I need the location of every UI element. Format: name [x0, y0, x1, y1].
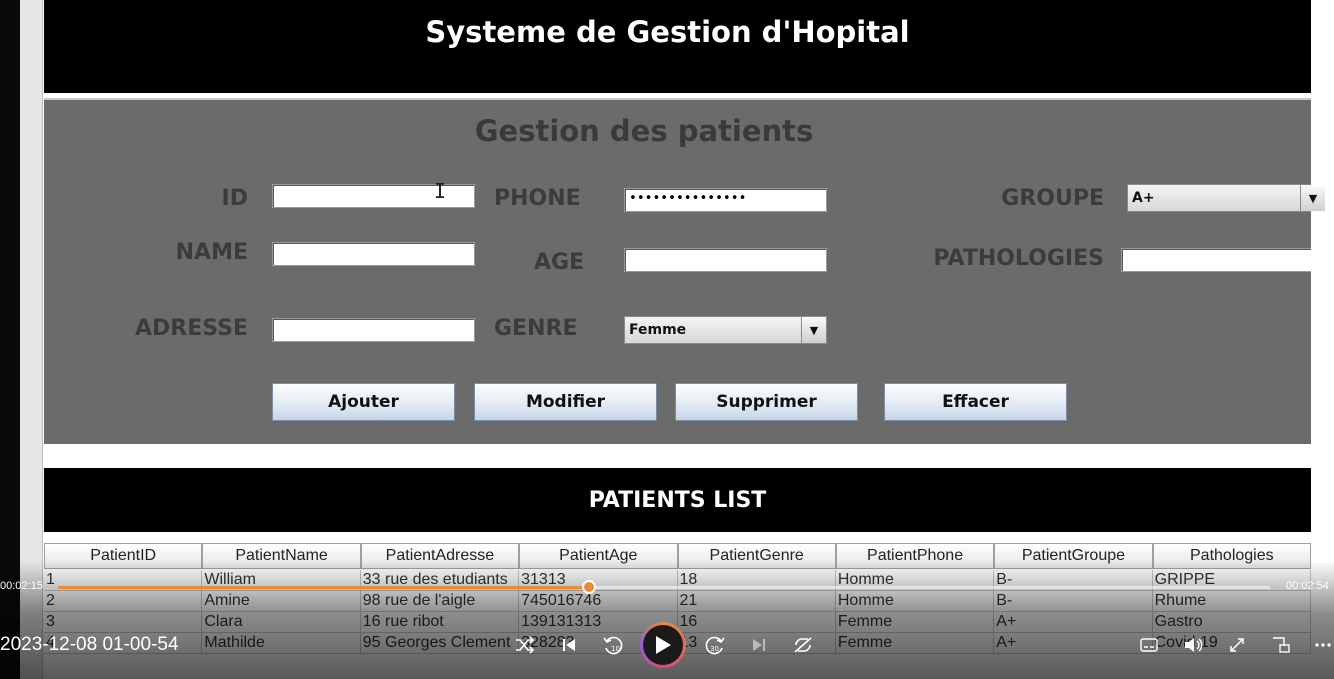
- patients-list-title: PATIENTS LIST: [588, 487, 767, 513]
- supprimer-button[interactable]: Supprimer: [675, 383, 858, 421]
- next-icon[interactable]: [746, 632, 772, 658]
- chevron-down-icon[interactable]: ▼: [801, 317, 826, 343]
- text-cursor-icon: I: [434, 179, 447, 203]
- adresse-label: ADRESSE: [135, 316, 248, 341]
- mini-player-icon[interactable]: [1268, 632, 1294, 658]
- shuffle-icon[interactable]: [512, 632, 538, 658]
- ajouter-button[interactable]: Ajouter: [272, 383, 455, 421]
- phone-label: PHONE: [494, 186, 581, 211]
- svg-text:30: 30: [710, 645, 719, 653]
- svg-text:10: 10: [611, 645, 620, 653]
- id-label: ID: [221, 186, 248, 211]
- pathologies-label: PATHOLOGIES: [933, 246, 1104, 271]
- repeat-off-icon[interactable]: [790, 632, 816, 658]
- previous-icon[interactable]: [556, 632, 582, 658]
- name-label: NAME: [175, 240, 248, 265]
- progress-handle[interactable]: [581, 580, 596, 594]
- volume-icon[interactable]: [1180, 632, 1206, 658]
- play-button[interactable]: [640, 622, 686, 668]
- groupe-label: GROUPE: [1001, 186, 1104, 211]
- patients-list-header: PATIENTS LIST: [44, 468, 1311, 532]
- app-header: Systeme de Gestion d'Hopital: [44, 0, 1311, 93]
- recording-timestamp: 2023-12-08 01-00-54: [0, 634, 179, 655]
- age-field[interactable]: [624, 248, 827, 272]
- progress-bar[interactable]: [58, 580, 1270, 594]
- rewind-10-icon[interactable]: 10: [600, 632, 626, 658]
- patient-form-panel: Gestion des patients ID I NAME ADRESSE P…: [44, 98, 1325, 444]
- modifier-button[interactable]: Modifier: [474, 383, 657, 421]
- name-field[interactable]: [272, 242, 475, 266]
- more-options-icon[interactable]: [1310, 632, 1334, 658]
- pathologies-field[interactable]: [1121, 248, 1311, 272]
- chevron-down-icon[interactable]: ▼: [1300, 185, 1325, 211]
- genre-label: GENRE: [494, 316, 578, 341]
- elapsed-time: 00:02:15: [0, 580, 43, 592]
- form-title: Gestion des patients: [474, 114, 814, 148]
- forward-30-icon[interactable]: 30: [702, 632, 728, 658]
- groupe-selected-value: A+: [1132, 190, 1155, 206]
- genre-select[interactable]: Femme ▼: [624, 316, 827, 344]
- fullscreen-icon[interactable]: [1224, 632, 1250, 658]
- adresse-field[interactable]: [272, 318, 475, 342]
- app-title: Systeme de Gestion d'Hopital: [425, 14, 910, 49]
- age-label: AGE: [534, 250, 585, 275]
- play-icon: [643, 625, 683, 665]
- subtitles-icon[interactable]: [1136, 632, 1162, 658]
- total-time: 00:02:54: [1286, 580, 1329, 592]
- progress-fill: [58, 586, 589, 589]
- effacer-button[interactable]: Effacer: [884, 383, 1067, 421]
- phone-field[interactable]: •••••••••••••••: [624, 188, 827, 212]
- groupe-select[interactable]: A+ ▼: [1127, 184, 1325, 212]
- genre-selected-value: Femme: [629, 322, 687, 338]
